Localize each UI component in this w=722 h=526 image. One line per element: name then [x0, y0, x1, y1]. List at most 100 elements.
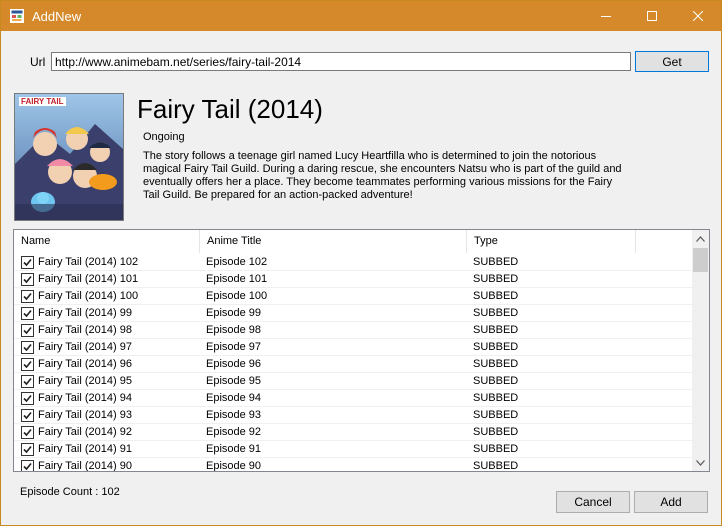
episode-checkbox[interactable] — [21, 290, 34, 303]
checkmark-icon — [23, 343, 32, 352]
episode-type: SUBBED — [473, 256, 519, 268]
episode-type: SUBBED — [473, 409, 519, 421]
episode-anime-title: Episode 102 — [206, 256, 268, 268]
episode-name: Fairy Tail (2014) 92 — [38, 426, 132, 438]
episode-type: SUBBED — [473, 358, 519, 370]
close-button[interactable] — [675, 1, 721, 31]
episode-anime-title: Episode 101 — [206, 273, 268, 285]
episode-checkbox[interactable] — [21, 409, 34, 422]
episode-name: Fairy Tail (2014) 98 — [38, 324, 132, 336]
list-item[interactable]: Fairy Tail (2014) 96 Episode 96 SUBBED — [14, 356, 692, 373]
close-icon — [693, 11, 703, 21]
checkmark-icon — [23, 275, 32, 284]
column-header-anime-title[interactable]: Anime Title — [200, 230, 467, 253]
episode-name: Fairy Tail (2014) 96 — [38, 358, 132, 370]
episode-name: Fairy Tail (2014) 102 — [38, 256, 139, 268]
cancel-button[interactable]: Cancel — [556, 491, 630, 513]
list-item[interactable]: Fairy Tail (2014) 91 Episode 91 SUBBED — [14, 441, 692, 458]
episode-anime-title: Episode 99 — [206, 307, 262, 319]
episode-type: SUBBED — [473, 324, 519, 336]
episode-anime-title: Episode 91 — [206, 443, 262, 455]
list-item[interactable]: Fairy Tail (2014) 98 Episode 98 SUBBED — [14, 322, 692, 339]
vertical-scrollbar[interactable] — [692, 230, 709, 471]
list-item[interactable]: Fairy Tail (2014) 100 Episode 100 SUBBED — [14, 288, 692, 305]
maximize-button[interactable] — [629, 1, 675, 31]
list-item[interactable]: Fairy Tail (2014) 92 Episode 92 SUBBED — [14, 424, 692, 441]
episode-type: SUBBED — [473, 273, 519, 285]
episode-name: Fairy Tail (2014) 101 — [38, 273, 139, 285]
episode-name: Fairy Tail (2014) 94 — [38, 392, 132, 404]
checkmark-icon — [23, 445, 32, 454]
anime-title: Fairy Tail (2014) — [137, 94, 323, 124]
checkmark-icon — [23, 292, 32, 301]
episode-anime-title: Episode 96 — [206, 358, 262, 370]
get-button[interactable]: Get — [635, 51, 709, 72]
scroll-down-icon — [696, 459, 705, 466]
list-item[interactable]: Fairy Tail (2014) 99 Episode 99 SUBBED — [14, 305, 692, 322]
episode-anime-title: Episode 90 — [206, 460, 262, 472]
episode-name: Fairy Tail (2014) 90 — [38, 460, 132, 472]
episode-type: SUBBED — [473, 443, 519, 455]
list-item[interactable]: Fairy Tail (2014) 95 Episode 95 SUBBED — [14, 373, 692, 390]
status-label: Ongoing — [143, 131, 185, 143]
list-header: Name Anime Title Type — [14, 230, 692, 254]
list-item[interactable]: Fairy Tail (2014) 94 Episode 94 SUBBED — [14, 390, 692, 407]
list-item[interactable]: Fairy Tail (2014) 93 Episode 93 SUBBED — [14, 407, 692, 424]
list-item[interactable]: Fairy Tail (2014) 101 Episode 101 SUBBED — [14, 271, 692, 288]
checkmark-icon — [23, 326, 32, 335]
list-item[interactable]: Fairy Tail (2014) 97 Episode 97 SUBBED — [14, 339, 692, 356]
episode-checkbox[interactable] — [21, 375, 34, 388]
add-button[interactable]: Add — [634, 491, 708, 513]
episode-name: Fairy Tail (2014) 95 — [38, 375, 132, 387]
episode-type: SUBBED — [473, 375, 519, 387]
scroll-up-icon — [696, 235, 705, 242]
checkmark-icon — [23, 258, 32, 267]
episode-anime-title: Episode 100 — [206, 290, 268, 302]
checkmark-icon — [23, 394, 32, 403]
episode-checkbox[interactable] — [21, 307, 34, 320]
checkmark-icon — [23, 462, 32, 471]
episode-name: Fairy Tail (2014) 91 — [38, 443, 132, 455]
episode-anime-title: Episode 92 — [206, 426, 262, 438]
anime-description: The story follows a teenage girl named L… — [143, 150, 622, 201]
episode-checkbox[interactable] — [21, 256, 34, 269]
checkmark-icon — [23, 360, 32, 369]
column-header-name[interactable]: Name — [14, 230, 200, 253]
column-header-type[interactable]: Type — [467, 230, 636, 253]
minimize-button[interactable] — [583, 1, 629, 31]
episode-checkbox[interactable] — [21, 341, 34, 354]
scroll-up-button[interactable] — [692, 230, 709, 247]
episode-checkbox[interactable] — [21, 426, 34, 439]
scroll-down-button[interactable] — [692, 454, 709, 471]
episode-checkbox[interactable] — [21, 443, 34, 456]
column-header-filler — [636, 230, 692, 253]
url-input[interactable] — [51, 52, 631, 71]
episode-anime-title: Episode 97 — [206, 341, 262, 353]
episode-type: SUBBED — [473, 426, 519, 438]
app-window-icon — [10, 9, 24, 23]
episode-anime-title: Episode 95 — [206, 375, 262, 387]
episode-anime-title: Episode 93 — [206, 409, 262, 421]
episode-checkbox[interactable] — [21, 358, 34, 371]
episode-checkbox[interactable] — [21, 392, 34, 405]
list-item[interactable]: Fairy Tail (2014) 90 Episode 90 SUBBED — [14, 458, 692, 472]
episode-name: Fairy Tail (2014) 100 — [38, 290, 139, 302]
url-label: Url — [30, 55, 46, 69]
episode-list[interactable]: Name Anime Title Type Fairy Tail (2014) … — [13, 229, 710, 472]
episode-name: Fairy Tail (2014) 93 — [38, 409, 132, 421]
episode-checkbox[interactable] — [21, 460, 34, 471]
episode-count: Episode Count : 102 — [20, 486, 120, 498]
poster-artwork — [15, 94, 123, 220]
episode-type: SUBBED — [473, 307, 519, 319]
maximize-icon — [647, 11, 657, 21]
list-item[interactable]: Fairy Tail (2014) 102 Episode 102 SUBBED — [14, 254, 692, 271]
episode-name: Fairy Tail (2014) 99 — [38, 307, 132, 319]
episode-type: SUBBED — [473, 460, 519, 472]
scroll-thumb[interactable] — [693, 248, 708, 272]
checkmark-icon — [23, 377, 32, 386]
episode-type: SUBBED — [473, 392, 519, 404]
episode-checkbox[interactable] — [21, 273, 34, 286]
title-bar[interactable]: AddNew — [1, 1, 721, 31]
episode-checkbox[interactable] — [21, 324, 34, 337]
checkmark-icon — [23, 309, 32, 318]
